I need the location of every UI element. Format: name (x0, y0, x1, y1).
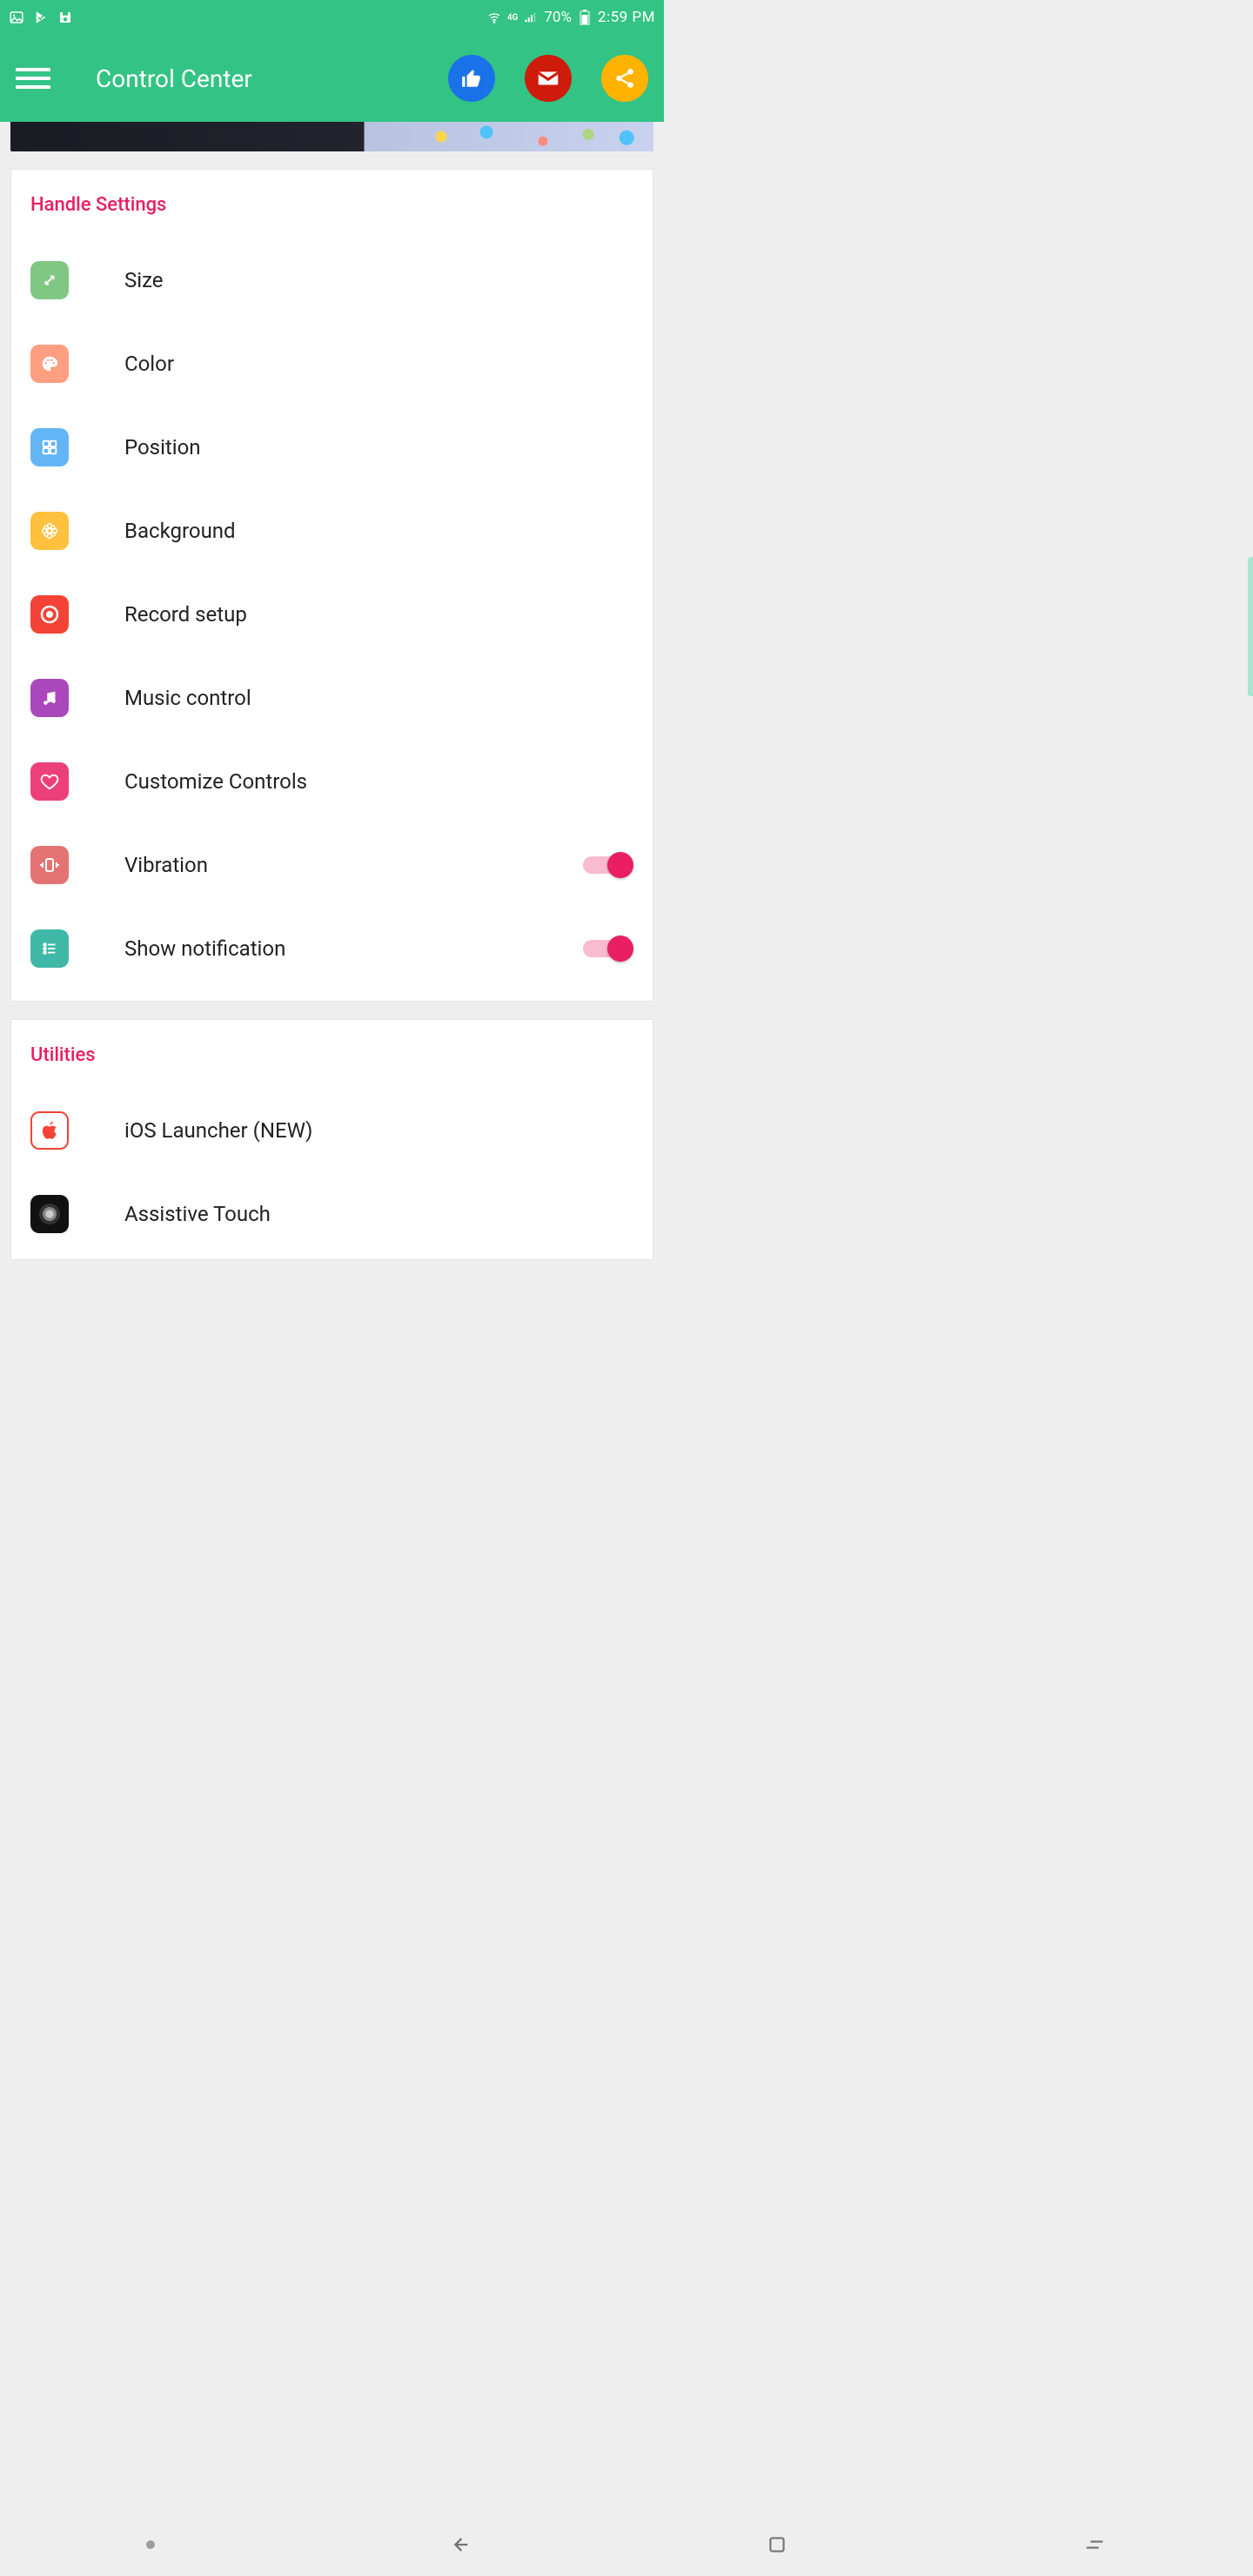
save-icon (57, 10, 73, 25)
row-background[interactable]: Background (30, 489, 633, 573)
wifi-icon (486, 10, 502, 25)
row-label: Vibration (124, 853, 583, 877)
menu-button[interactable] (16, 61, 50, 96)
vibrate-icon (30, 846, 69, 884)
flower-icon (30, 512, 69, 550)
hero-banner[interactable] (10, 122, 653, 151)
apple-icon (30, 1111, 69, 1150)
toggle-vibration[interactable] (583, 855, 633, 875)
battery-icon (577, 10, 593, 25)
row-vibration[interactable]: Vibration (30, 823, 633, 907)
row-label: Position (124, 435, 633, 460)
row-show-notification[interactable]: Show notification (30, 907, 633, 990)
grid-icon (30, 428, 69, 466)
system-nav-bar (0, 2513, 1253, 2576)
card-utilities: Utilities iOS Launcher (NEW) Assistive T… (10, 1019, 653, 1260)
resize-icon (30, 261, 69, 299)
row-ios-launcher[interactable]: iOS Launcher (NEW) (30, 1089, 633, 1172)
row-record-setup[interactable]: Record setup (30, 573, 633, 656)
row-label: iOS Launcher (NEW) (124, 1118, 633, 1143)
row-label: Assistive Touch (124, 1202, 633, 1226)
clock-text: 2:59 PM (598, 9, 655, 26)
list-icon (30, 929, 69, 968)
heart-icon (30, 762, 69, 801)
status-right: 4G 70% 2:59 PM (486, 9, 655, 26)
music-icon (30, 679, 69, 717)
row-label: Color (124, 352, 633, 376)
app-title: Control Center (96, 64, 419, 93)
assistive-icon (30, 1195, 69, 1233)
battery-text: 70% (544, 9, 572, 26)
row-label: Background (124, 519, 633, 543)
play-check-icon (33, 10, 49, 25)
app-bar: Control Center (0, 35, 664, 122)
toggle-notification[interactable] (583, 939, 633, 958)
scroll-edge-indicator (1248, 557, 1253, 696)
row-position[interactable]: Position (30, 406, 633, 489)
row-label: Size (124, 268, 633, 292)
row-label: Music control (124, 686, 633, 710)
status-left (9, 10, 73, 25)
row-label: Customize Controls (124, 769, 633, 794)
palette-icon (30, 345, 69, 383)
row-customize-controls[interactable]: Customize Controls (30, 740, 633, 823)
signal-icon (523, 10, 539, 25)
record-icon (30, 595, 69, 634)
row-music-control[interactable]: Music control (30, 656, 633, 740)
share-button[interactable] (601, 55, 648, 102)
image-icon (9, 10, 24, 25)
nav-dot (146, 2540, 155, 2549)
home-button[interactable] (764, 2532, 790, 2558)
network-label: 4G (507, 13, 519, 23)
row-assistive-touch[interactable]: Assistive Touch (30, 1172, 633, 1256)
status-bar: 4G 70% 2:59 PM (0, 0, 664, 35)
card-handle-settings: Handle Settings Size Color Position Back… (10, 169, 653, 1002)
back-button[interactable] (446, 2532, 472, 2558)
row-color[interactable]: Color (30, 322, 633, 406)
row-label: Record setup (124, 602, 633, 627)
section-title: Handle Settings (30, 194, 633, 216)
gmail-button[interactable] (525, 55, 572, 102)
like-button[interactable] (448, 55, 495, 102)
section-title: Utilities (30, 1044, 633, 1066)
row-label: Show notification (124, 936, 583, 961)
row-size[interactable]: Size (30, 238, 633, 322)
recents-button[interactable] (1082, 2532, 1108, 2558)
